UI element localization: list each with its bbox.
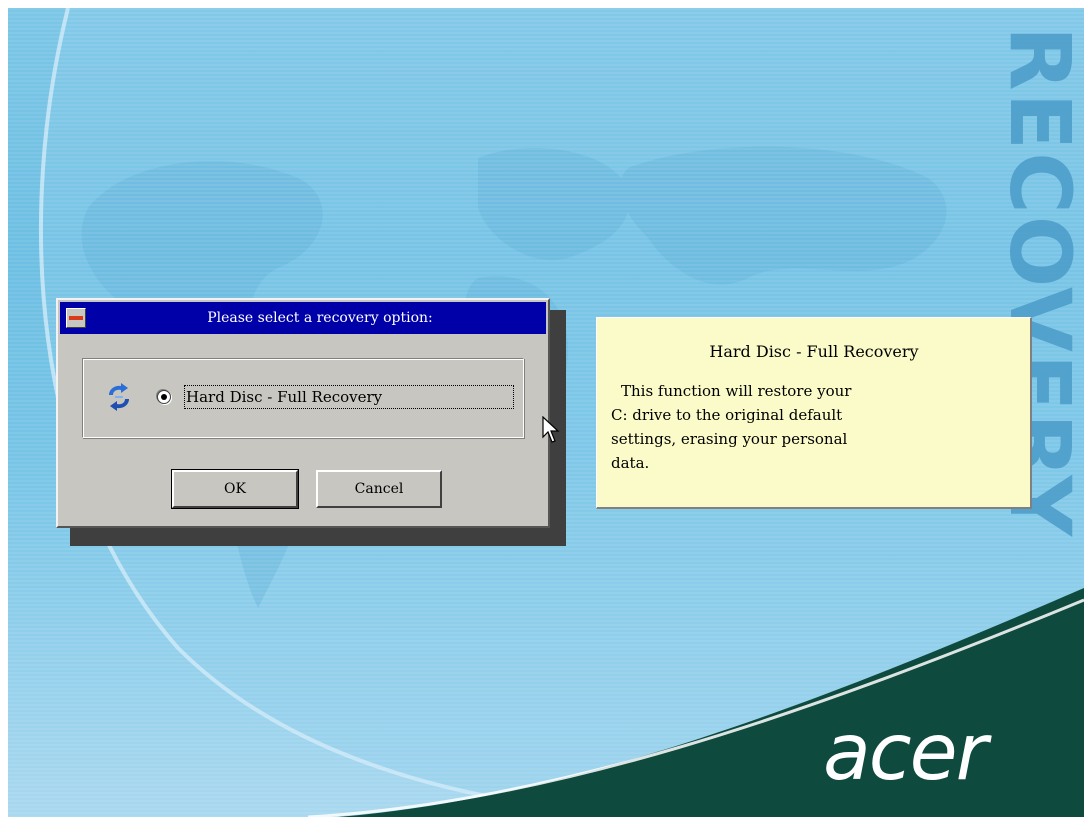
mouse-pointer-icon (542, 416, 560, 443)
description-line: C: drive to the original default (611, 406, 843, 424)
recovery-screen: RECOVERY acer Please select a recovery o… (8, 8, 1084, 817)
full-recovery-option-label[interactable]: Hard Disc - Full Recovery (184, 385, 514, 409)
system-menu-icon[interactable] (66, 308, 86, 328)
acer-logo: acer (823, 708, 988, 798)
dialog-titlebar[interactable]: Please select a recovery option: (60, 302, 546, 334)
description-line: data. (611, 454, 650, 472)
description-title: Hard Disc - Full Recovery (709, 342, 919, 361)
recovery-arrows-icon (109, 383, 129, 411)
description-line: This function will restore your (621, 382, 852, 400)
description-line: settings, erasing your personal (611, 430, 848, 448)
cancel-button[interactable]: Cancel (316, 470, 442, 508)
radio-dot (161, 394, 167, 400)
ok-button[interactable]: OK (171, 469, 299, 509)
recovery-dialog: Please select a recovery option: Hard Di… (56, 298, 550, 528)
option-group: Hard Disc - Full Recovery (82, 358, 524, 438)
dialog-title: Please select a recovery option: (207, 310, 433, 326)
option-description-panel: Hard Disc - Full Recovery This function … (596, 317, 1032, 509)
full-recovery-radio[interactable] (157, 390, 171, 404)
